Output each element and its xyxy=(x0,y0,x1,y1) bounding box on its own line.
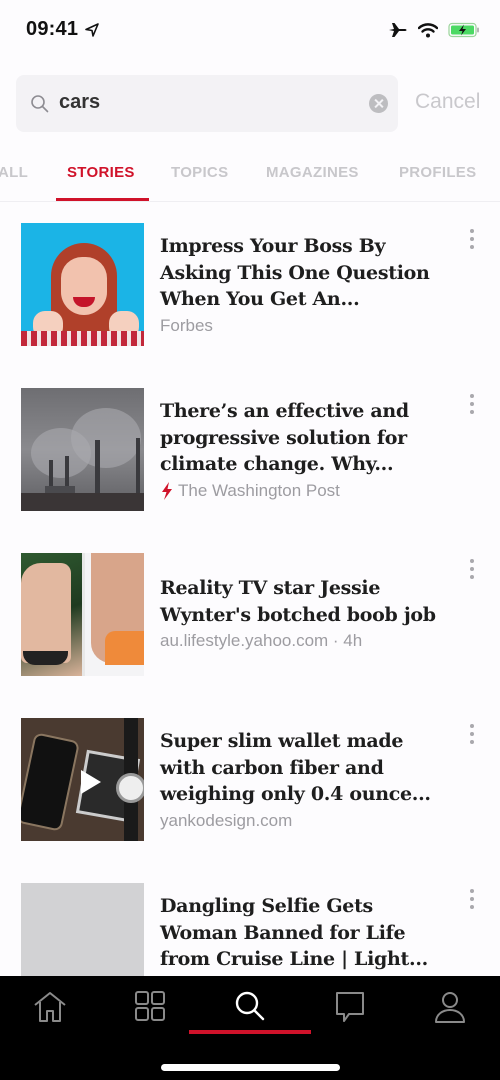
status-time: 09:41 xyxy=(26,18,79,40)
search-icon xyxy=(235,991,265,1021)
story-source-label: yankodesign.com xyxy=(160,811,293,830)
story-title[interactable]: Dangling Selfie Gets Woman Banned for Li… xyxy=(160,893,450,973)
nav-profile[interactable] xyxy=(430,990,470,1026)
status-bar: 09:41 xyxy=(0,0,500,60)
play-video-icon[interactable] xyxy=(71,764,107,800)
story-source: Forbes xyxy=(160,316,213,336)
grid-icon xyxy=(135,991,165,1021)
profile-icon xyxy=(435,992,465,1023)
story-item[interactable]: Impress Your Boss By Asking This One Que… xyxy=(0,223,500,347)
active-tab-indicator xyxy=(56,198,149,201)
story-thumbnail[interactable] xyxy=(21,388,144,511)
story-source-label: au.lifestyle.yahoo.com · 4h xyxy=(160,631,363,650)
story-title[interactable]: Reality TV star Jessie Wynter's botched … xyxy=(160,575,450,628)
search-result-tabs: ALL STORIES TOPICS MAGAZINES PROFILES xyxy=(0,148,500,202)
more-options-icon[interactable] xyxy=(466,724,478,746)
story-thumbnail[interactable] xyxy=(21,553,144,676)
more-options-icon[interactable] xyxy=(466,889,478,911)
location-arrow-icon xyxy=(85,23,99,37)
nav-home[interactable] xyxy=(30,990,70,1026)
tab-topics[interactable]: TOPICS xyxy=(171,164,228,181)
story-source: au.lifestyle.yahoo.com · 4h xyxy=(160,631,362,651)
more-options-icon[interactable] xyxy=(466,394,478,416)
more-options-icon[interactable] xyxy=(466,229,478,251)
story-thumbnail[interactable] xyxy=(21,223,144,346)
tab-magazines[interactable]: MAGAZINES xyxy=(266,164,359,181)
search-input[interactable] xyxy=(59,91,359,114)
story-source-label: Forbes xyxy=(160,316,213,335)
story-source: The Washington Post xyxy=(160,481,340,501)
home-indicator-bar[interactable] xyxy=(161,1064,340,1071)
story-thumbnail[interactable] xyxy=(21,718,144,841)
story-title[interactable]: Super slim wallet made with carbon fiber… xyxy=(160,728,450,808)
story-item[interactable]: There’s an effective and progressive sol… xyxy=(0,388,500,512)
nav-search[interactable] xyxy=(230,990,270,1026)
battery-charging-icon xyxy=(448,22,479,38)
search-icon xyxy=(31,95,49,113)
story-title[interactable]: There’s an effective and progressive sol… xyxy=(160,398,450,478)
clear-search-icon[interactable] xyxy=(369,94,388,113)
tab-profiles[interactable]: PROFILES xyxy=(399,164,476,181)
nav-notifications[interactable] xyxy=(330,990,370,1026)
tab-all[interactable]: ALL xyxy=(0,164,28,181)
search-bar[interactable] xyxy=(16,75,398,132)
bottom-navigation xyxy=(0,976,500,1080)
airplane-mode-icon xyxy=(389,23,407,37)
more-options-icon[interactable] xyxy=(466,559,478,581)
home-icon xyxy=(34,992,66,1022)
tab-stories[interactable]: STORIES xyxy=(67,164,135,181)
story-title[interactable]: Impress Your Boss By Asking This One Que… xyxy=(160,233,450,313)
nav-following[interactable] xyxy=(130,990,170,1026)
chat-bubble-icon xyxy=(336,992,364,1022)
story-item[interactable]: Super slim wallet made with carbon fiber… xyxy=(0,718,500,842)
flash-icon xyxy=(162,482,172,500)
cancel-button[interactable]: Cancel xyxy=(415,90,480,114)
story-source: yankodesign.com xyxy=(160,811,292,831)
wifi-icon xyxy=(418,23,438,38)
active-nav-indicator xyxy=(189,1030,311,1034)
story-source-label: The Washington Post xyxy=(178,481,340,500)
story-item[interactable]: Reality TV star Jessie Wynter's botched … xyxy=(0,553,500,677)
